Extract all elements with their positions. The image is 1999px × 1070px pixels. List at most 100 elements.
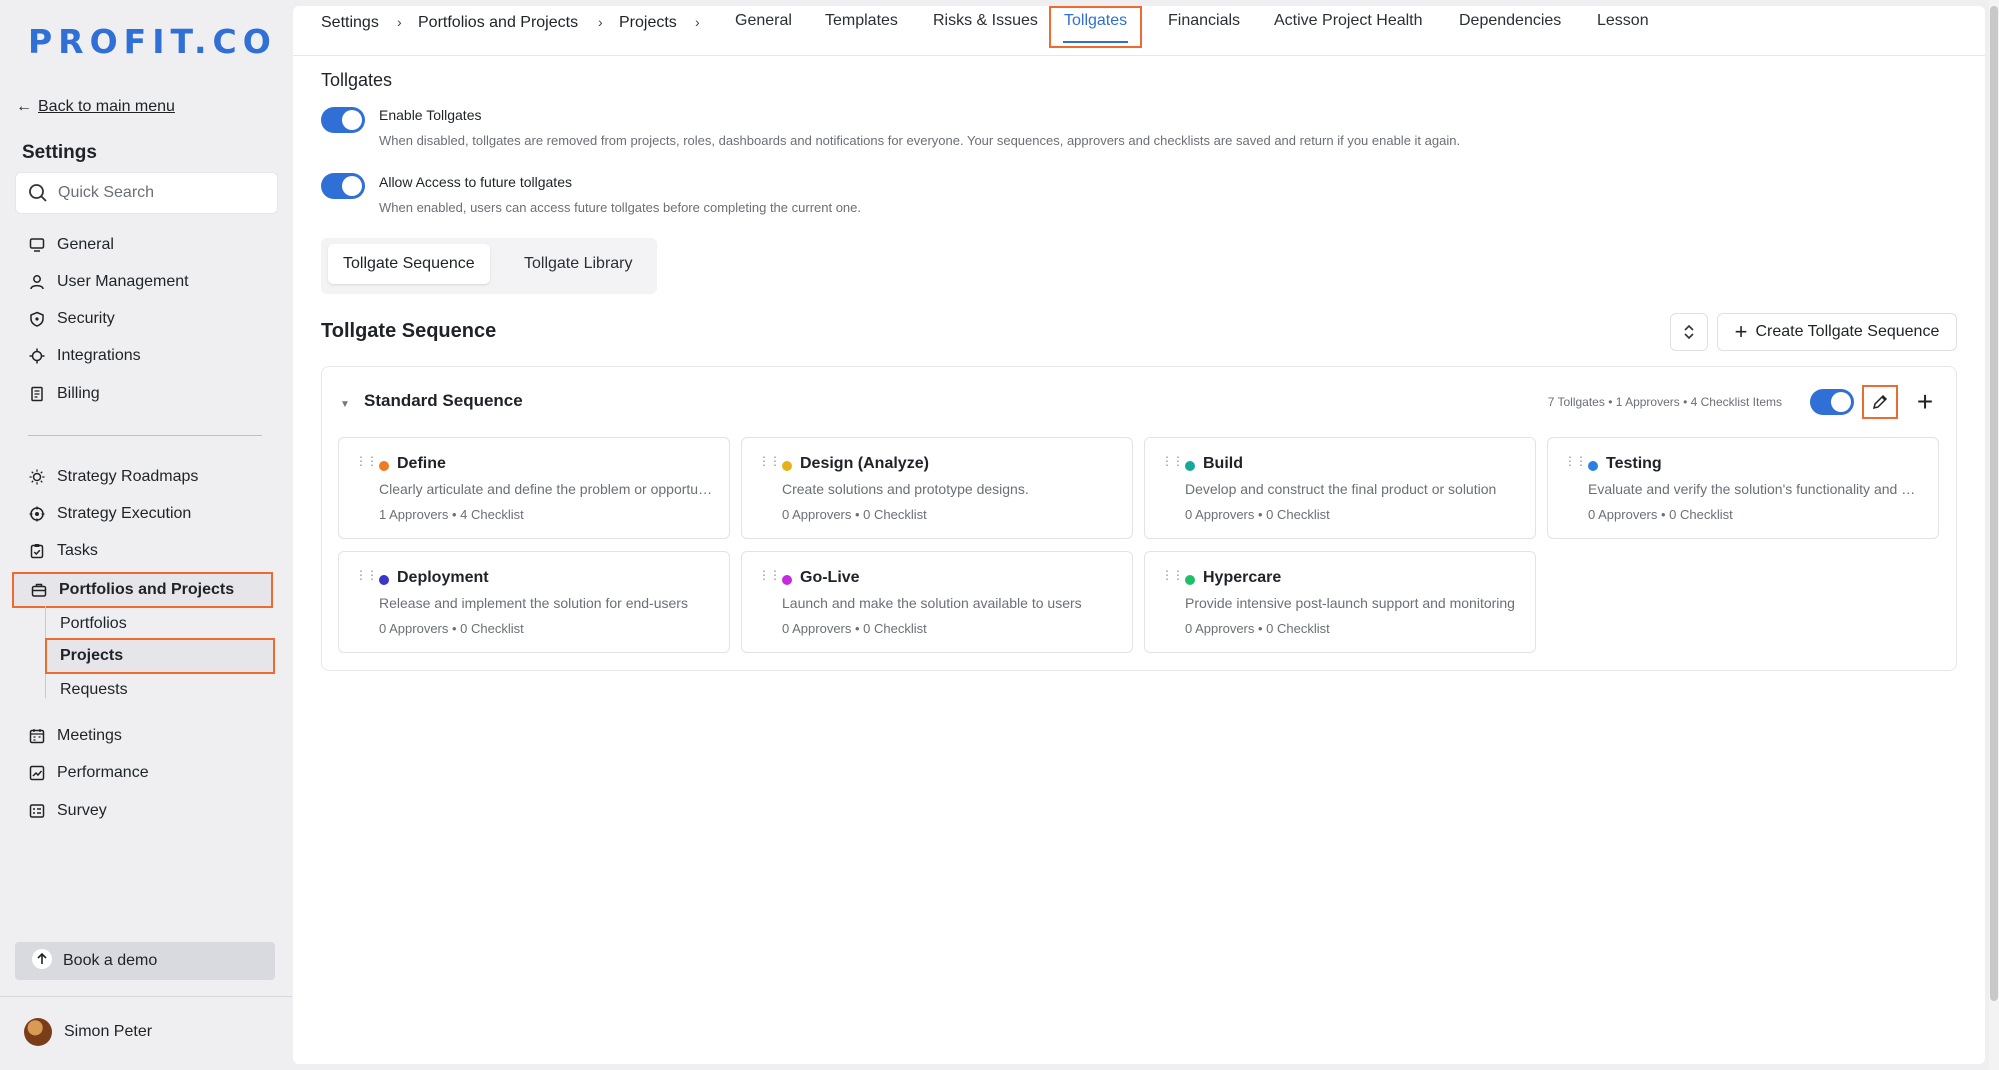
user-profile[interactable]: Simon Peter — [24, 1018, 152, 1046]
tab-tollgate-library[interactable]: Tollgate Library — [509, 244, 648, 284]
enable-tollgates-label: Enable Tollgates — [379, 107, 482, 123]
sidebar-item-survey[interactable]: Survey — [28, 797, 107, 825]
enable-tollgates-toggle[interactable] — [321, 107, 365, 133]
sidebar-item-billing[interactable]: Billing — [28, 380, 100, 408]
tollgate-name: Deployment — [397, 569, 489, 586]
tollgate-name: Design (Analyze) — [800, 455, 929, 472]
sidebar-item-portfolios-and-projects[interactable]: Portfolios and Projects — [12, 572, 273, 608]
chevron-right-icon: › — [695, 14, 700, 30]
drag-handle-icon[interactable]: ⋮⋮ — [1564, 455, 1587, 467]
sidebar-item-tasks[interactable]: Tasks — [28, 537, 98, 565]
create-tollgate-sequence-button[interactable]: + Create Tollgate Sequence — [1717, 313, 1957, 351]
drag-handle-icon[interactable]: ⋮⋮ — [1161, 569, 1184, 581]
scrollbar-thumb[interactable] — [1990, 6, 1998, 1001]
receipt-icon — [28, 385, 46, 403]
sidebar-item-strategy-execution[interactable]: Strategy Execution — [28, 500, 191, 528]
tollgate-card-build[interactable]: ⋮⋮ Build Develop and construct the final… — [1144, 437, 1536, 539]
caret-down-icon[interactable]: ▼ — [340, 399, 350, 410]
section-heading: Tollgate Sequence — [321, 320, 497, 342]
sequence-enabled-toggle[interactable] — [1810, 389, 1854, 415]
tab-financials[interactable]: Financials — [1168, 12, 1240, 30]
tollgate-view-switcher: Tollgate Sequence Tollgate Library — [321, 238, 657, 294]
edit-sequence-button[interactable] — [1862, 385, 1898, 419]
tollgate-card-design[interactable]: ⋮⋮ Design (Analyze) Create solutions and… — [741, 437, 1133, 539]
tollgate-meta: 0 Approvers • 0 Checklist — [1185, 507, 1330, 522]
toggle-knob — [342, 110, 362, 130]
upload-arrow-icon — [31, 948, 53, 975]
sidebar-item-label: Portfolios and Projects — [59, 581, 235, 598]
chevron-right-icon: › — [397, 14, 402, 30]
sidebar-item-strategy-roadmaps[interactable]: Strategy Roadmaps — [28, 463, 198, 491]
future-tollgates-label: Allow Access to future tollgates — [379, 174, 572, 190]
tollgate-meta: 1 Approvers • 4 Checklist — [379, 507, 524, 522]
tollgate-card-testing[interactable]: ⋮⋮ Testing Evaluate and verify the solut… — [1547, 437, 1939, 539]
tollgate-color-dot — [1185, 461, 1195, 471]
quick-search[interactable] — [15, 172, 278, 214]
active-tab-indicator — [1063, 41, 1129, 43]
breadcrumb-projects[interactable]: Projects — [619, 14, 677, 32]
tollgate-card-deployment[interactable]: ⋮⋮ Deployment Release and implement the … — [338, 551, 730, 653]
settings-heading: Settings — [22, 142, 97, 163]
quick-search-input[interactable] — [58, 184, 258, 202]
tollgate-description: Evaluate and verify the solution's funct… — [1588, 481, 1922, 497]
sidebar-subitem-requests[interactable]: Requests — [60, 678, 128, 702]
tab-tollgates[interactable]: Tollgates — [1049, 6, 1143, 48]
tab-general[interactable]: General — [735, 12, 792, 30]
sidebar-item-integrations[interactable]: Integrations — [28, 342, 141, 370]
tab-lesson[interactable]: Lesson — [1597, 12, 1649, 30]
tab-risks-and-issues[interactable]: Risks & Issues — [933, 12, 1038, 30]
tollgate-color-dot — [1185, 575, 1195, 585]
user-name: Simon Peter — [64, 1023, 153, 1040]
plus-icon: + — [1734, 319, 1748, 344]
tollgate-card-go-live[interactable]: ⋮⋮ Go-Live Launch and make the solution … — [741, 551, 1133, 653]
sidebar-item-label: Billing — [57, 385, 100, 402]
add-tollgate-button[interactable]: + — [1907, 385, 1943, 419]
sort-button[interactable] — [1670, 313, 1708, 351]
arrow-left-icon: ← — [16, 98, 32, 115]
top-navigation-bar: Settings › Portfolios and Projects › Pro… — [293, 6, 1985, 56]
sidebar-item-security[interactable]: Security — [28, 305, 115, 333]
tollgate-card-define[interactable]: ⋮⋮ Define Clearly articulate and define … — [338, 437, 730, 539]
sidebar-item-performance[interactable]: Performance — [28, 759, 149, 787]
create-button-label: Create Tollgate Sequence — [1755, 323, 1940, 340]
tollgate-card-hypercare[interactable]: ⋮⋮ Hypercare Provide intensive post-laun… — [1144, 551, 1536, 653]
book-demo-button[interactable]: Book a demo — [15, 942, 275, 980]
profit-co-logo[interactable]: PROFIT.CO — [28, 22, 277, 61]
toggle-knob — [342, 176, 362, 196]
target-icon — [28, 505, 46, 523]
clipboard-check-icon — [28, 542, 46, 560]
sidebar-item-meetings[interactable]: Meetings — [28, 722, 122, 750]
sidebar-bottom-divider — [0, 996, 292, 997]
sidebar-subitem-projects[interactable]: Projects — [45, 638, 275, 674]
drag-handle-icon[interactable]: ⋮⋮ — [758, 455, 781, 467]
shield-icon — [28, 310, 46, 328]
breadcrumb-settings[interactable]: Settings — [321, 14, 379, 32]
tab-active-project-health[interactable]: Active Project Health — [1274, 12, 1423, 30]
enable-tollgates-description: When disabled, tollgates are removed fro… — [379, 133, 1461, 148]
calendar-icon — [28, 727, 46, 745]
tollgate-name: Testing — [1606, 455, 1662, 472]
sidebar-item-label: Tasks — [57, 542, 98, 559]
drag-handle-icon[interactable]: ⋮⋮ — [355, 455, 378, 467]
future-tollgates-toggle[interactable] — [321, 173, 365, 199]
sidebar-item-user-management[interactable]: User Management — [28, 268, 189, 296]
sidebar-subitem-portfolios[interactable]: Portfolios — [60, 612, 127, 636]
tollgate-color-dot — [1588, 461, 1598, 471]
tollgate-name: Go-Live — [800, 569, 860, 586]
drag-handle-icon[interactable]: ⋮⋮ — [1161, 455, 1184, 467]
settings-sidebar: PROFIT.CO ← Back to main menu Settings Ge… — [0, 0, 292, 1070]
settings-main-panel: Settings › Portfolios and Projects › Pro… — [293, 6, 1985, 1064]
drag-handle-icon[interactable]: ⋮⋮ — [355, 569, 378, 581]
sidebar-item-label: Strategy Roadmaps — [57, 468, 199, 485]
tab-tollgate-sequence[interactable]: Tollgate Sequence — [328, 244, 490, 284]
sequence-name: Standard Sequence — [364, 391, 523, 410]
toggle-knob — [1831, 392, 1851, 412]
tab-templates[interactable]: Templates — [825, 12, 898, 30]
tab-dependencies[interactable]: Dependencies — [1459, 12, 1561, 30]
sidebar-item-general[interactable]: General — [28, 231, 114, 259]
page-scrollbar[interactable] — [1989, 0, 1999, 1070]
drag-handle-icon[interactable]: ⋮⋮ — [758, 569, 781, 581]
back-to-main-menu-link[interactable]: ← Back to main menu — [16, 98, 175, 116]
book-demo-label: Book a demo — [63, 952, 158, 969]
breadcrumb-portfolios-and-projects[interactable]: Portfolios and Projects — [418, 14, 578, 32]
